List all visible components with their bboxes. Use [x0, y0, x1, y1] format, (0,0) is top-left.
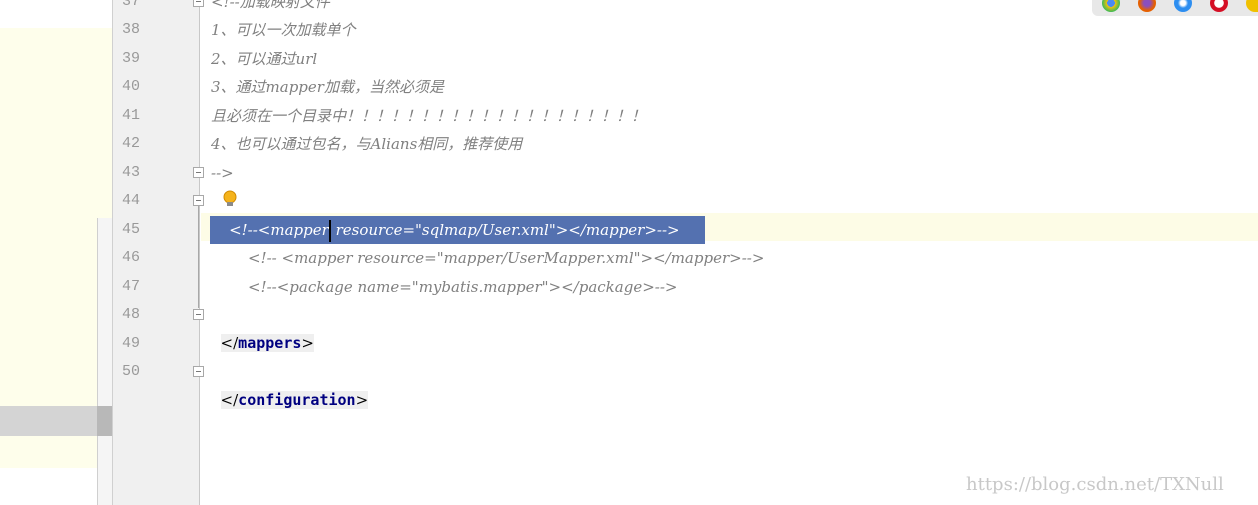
line-number: 50 — [121, 363, 140, 380]
line-number: 41 — [121, 107, 140, 124]
lightbulb-icon[interactable] — [222, 190, 238, 208]
code-line[interactable]: <!-- <mapper resource="mapper/UserMapper… — [248, 244, 764, 272]
tag-bracket: > — [301, 334, 314, 352]
line-number: 47 — [121, 278, 140, 295]
panel-selected-row[interactable] — [0, 406, 112, 436]
browser-preview-bar — [1092, 0, 1258, 16]
selected-text-part1: <!--<mapper — [229, 221, 329, 239]
opera-icon[interactable] — [1210, 0, 1228, 12]
line-number: 44 — [121, 192, 140, 209]
panel-scrollbar-thumb[interactable] — [97, 406, 112, 436]
safari-icon[interactable] — [1174, 0, 1192, 12]
code-line[interactable]: --> — [211, 159, 234, 187]
code-line[interactable]: 1、可以一次加载单个 — [211, 16, 356, 44]
line-number: 43 — [121, 164, 140, 181]
code-line[interactable]: 2、可以通过url — [211, 45, 317, 73]
tag-bracket: </ — [220, 391, 239, 409]
code-line-selected[interactable]: <!--<mapper resource="sqlmap/User.xml"><… — [210, 216, 705, 244]
code-line[interactable]: 3、通过mapper加载，当然必须是 — [211, 73, 444, 101]
code-line[interactable]: <!--<package name="mybatis.mapper"></pac… — [248, 273, 677, 301]
fold-guide-line — [198, 206, 199, 308]
line-number: 38 — [121, 21, 140, 38]
code-line[interactable]: 4、也可以通过包名，与Alians相同，推荐使用 — [211, 130, 522, 158]
panel-highlight-area — [0, 28, 112, 468]
line-number: 42 — [121, 135, 140, 152]
tag-bracket: > — [355, 391, 369, 409]
line-number: 49 — [121, 335, 140, 352]
code-line-mappers-close[interactable]: </mappers> — [211, 301, 314, 352]
code-line-configuration-close[interactable]: </configuration> — [211, 358, 369, 409]
panel-scrollbar[interactable] — [97, 218, 112, 505]
line-number: 46 — [121, 249, 140, 266]
line-number: 48 — [121, 306, 140, 323]
line-number: 40 — [121, 78, 140, 95]
tag-name: configuration — [238, 391, 356, 409]
left-tool-panel — [0, 0, 112, 505]
code-line[interactable]: 且必须在一个目录中！！！！！！！！！！！！！！！！！！！！ — [211, 102, 646, 130]
ie-icon[interactable] — [1246, 0, 1258, 12]
watermark-text: https://blog.csdn.net/TXNull — [966, 474, 1224, 495]
chrome-icon[interactable] — [1102, 0, 1120, 12]
selected-text-part2: resource="sqlmap/User.xml"></mapper>--> — [330, 221, 680, 239]
line-number: 39 — [121, 50, 140, 67]
code-line[interactable]: <!--加载映射文件 — [211, 0, 330, 16]
tag-name: mappers — [238, 334, 302, 352]
tag-bracket: </ — [220, 334, 239, 352]
firefox-icon[interactable] — [1138, 0, 1156, 12]
line-number: 37 — [121, 0, 140, 10]
line-number: 45 — [121, 221, 140, 238]
